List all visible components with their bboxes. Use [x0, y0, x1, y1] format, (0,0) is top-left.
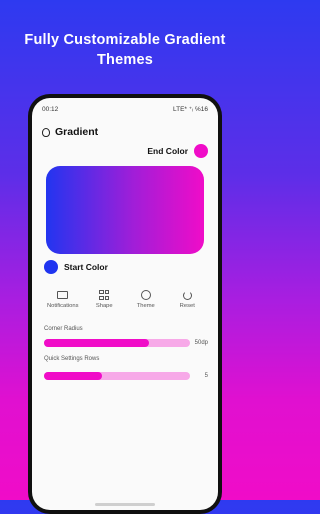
home-indicator	[95, 503, 155, 506]
chat-bubble-icon	[57, 290, 69, 300]
corner-radius-slider-fill	[44, 339, 150, 347]
start-color-swatch[interactable]	[44, 260, 58, 274]
start-color-label: Start Color	[64, 262, 108, 272]
end-color-row[interactable]: End Color	[147, 144, 208, 158]
quick-settings-rows-value: 5	[204, 373, 208, 379]
shape-label: Shape	[95, 303, 113, 309]
start-color-row[interactable]: Start Color	[44, 260, 108, 274]
end-color-swatch[interactable]	[194, 144, 208, 158]
app-bar: Gradient	[42, 124, 98, 140]
corner-radius-slider[interactable]	[44, 339, 190, 347]
quick-settings-rows-label: Quick Settings Rows	[44, 356, 100, 362]
corner-radius-label: Corner Radius	[44, 326, 83, 332]
palette-icon	[140, 290, 152, 300]
app-title: Gradient	[55, 126, 99, 138]
quick-settings-rows-slider-fill	[44, 372, 103, 380]
gradient-preview	[46, 166, 204, 254]
shape-button[interactable]: Shape	[84, 290, 124, 309]
phone-frame: 00:12 LTE* ⁺ᵢ ℅16 Gradient End Color Sta…	[28, 94, 222, 514]
quick-settings-rows-slider[interactable]	[44, 372, 190, 380]
status-right-text: LTE* ⁺ᵢ ℅16	[172, 106, 208, 113]
notifications-label: Notifications	[46, 303, 79, 309]
reset-button[interactable]: Reset	[167, 290, 207, 309]
action-bar: Notifications Shape Theme Reset	[42, 290, 208, 309]
headline-line-1: Fully Customizable Gradient	[24, 32, 226, 48]
reset-label: Reset	[179, 303, 195, 309]
grid-icon	[98, 290, 110, 300]
status-bar: 00:12 LTE* ⁺ᵢ ℅16	[42, 104, 208, 114]
notifications-button[interactable]: Notifications	[43, 290, 83, 309]
status-time: 00:12	[42, 105, 59, 113]
app-logo-icon	[42, 127, 50, 137]
theme-button[interactable]: Theme	[126, 290, 166, 309]
reset-icon	[181, 290, 193, 300]
status-indicators: LTE* ⁺ᵢ ℅16	[173, 105, 208, 113]
theme-label: Theme	[136, 303, 155, 309]
end-color-label: End Color	[147, 146, 188, 156]
phone-screen: 00:12 LTE* ⁺ᵢ ℅16 Gradient End Color Sta…	[32, 98, 218, 510]
corner-radius-value: 50dp	[194, 340, 208, 346]
promo-headline: Fully Customizable Gradient Themes	[0, 30, 250, 70]
headline-line-2: Themes	[97, 52, 153, 68]
